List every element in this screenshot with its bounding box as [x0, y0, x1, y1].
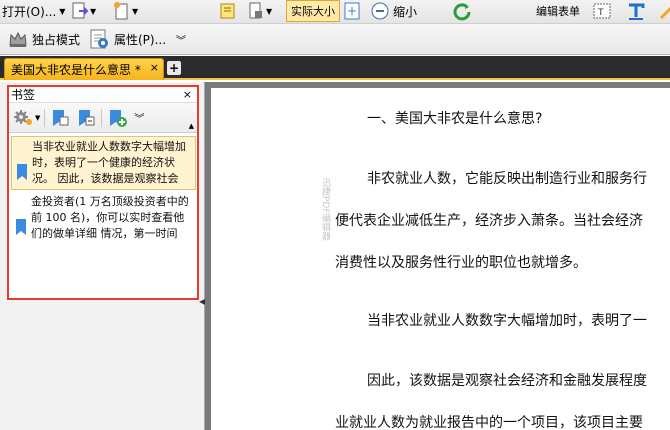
chevron-down-icon[interactable]: ▼ [35, 114, 40, 122]
export-button[interactable]: ▼ [70, 0, 96, 22]
rotate-button[interactable] [452, 0, 472, 22]
doc-line: 便代表企业减低生产，经济步入萧条。当社会经济 [335, 213, 643, 229]
tab-label: 美国大非农是什么意思 * [11, 63, 141, 77]
open-menu[interactable]: 打开(O)... ▼ [2, 0, 65, 22]
double-chevron-down-icon: ︾ [134, 114, 145, 125]
chevron-down-icon: ▼ [266, 6, 273, 16]
stamp-button[interactable]: ▼ [246, 0, 272, 22]
pencil-icon [660, 7, 670, 19]
watermark: 迅捷PDF编辑器 [320, 178, 330, 241]
text-box-icon: T [593, 3, 611, 19]
doc-line: 消费性以及服务性行业的职位也就增多。 [335, 255, 587, 271]
main-toolbar: 打开(O)... ▼ ▼ ▼ ▼ 实际大小 缩小 编辑表单 T [0, 0, 670, 24]
properties-label: 属性(P)... [114, 32, 167, 47]
tab-document[interactable]: 美国大非农是什么意思 * × [4, 58, 164, 80]
actual-size-label: 实际大小 [291, 5, 335, 18]
document-tab-bar: 美国大非农是什么意思 * × + [0, 56, 670, 80]
text-tool-button[interactable] [626, 0, 646, 22]
close-panel-icon[interactable]: × [183, 88, 192, 101]
properties-button[interactable]: 属性(P)... [88, 28, 166, 50]
properties-icon [90, 29, 108, 49]
collapse-bookmark-button[interactable] [75, 107, 97, 129]
bookmark-item[interactable]: 当非农业就业人数数字大幅增加时，表明了一个健康的经济状况。 因此，该数据是观察社… [11, 136, 196, 190]
zoom-out-label: 缩小 [393, 4, 418, 19]
secondary-toolbar: 独占模式 属性(P)... ︾ [0, 24, 670, 55]
bookmark-icon [17, 164, 27, 180]
refresh-icon [453, 3, 471, 21]
toolbar-divider [101, 108, 103, 127]
doc-line: 因此，该数据是观察社会经济和金融发展程度 [367, 373, 647, 389]
double-chevron-down-icon: ︾ [176, 35, 186, 47]
svg-text:T: T [597, 8, 604, 18]
bookmark-options-button[interactable] [13, 107, 35, 129]
bookmark-add-icon [110, 109, 128, 127]
bookmarks-header: 书签 × [7, 86, 198, 103]
exclusive-mode-button[interactable]: 独占模式 [8, 28, 80, 50]
bookmark-item-text: 金投资者(1 万名顶级投资者中的前 100 名)，你可以实时查看他们的做单详细 … [31, 195, 189, 240]
expand-bookmark-button[interactable] [49, 107, 71, 129]
bookmarks-panel: 书签 × ▼ ︾ ▲ 当非农业就业人数数字大幅增加时，表明了一个健康的经济状况。… [7, 86, 198, 300]
bookmark-item[interactable]: 金投资者(1 万名顶级投资者中的前 100 名)，你可以实时查看他们的做单详细 … [11, 192, 196, 244]
fit-page-icon [344, 2, 360, 20]
bookmark-expand-icon [53, 109, 69, 126]
chevron-down-icon: ▼ [59, 6, 66, 16]
zoom-out-button[interactable]: 缩小 [370, 0, 417, 22]
more-tools-button[interactable] [656, 0, 670, 22]
document-view: 一、美国大非农是什么意思? 非农就业人数，它能反映出制造行业和服务行 便代表企业… [205, 82, 670, 430]
bookmark-more-button[interactable]: ︾ [132, 107, 146, 129]
fit-page-button[interactable] [342, 0, 362, 22]
gear-icon [14, 109, 32, 125]
bookmark-icon [16, 219, 26, 235]
bookmarks-toolbar: ▼ ︾ ▲ [7, 103, 198, 133]
new-document-button[interactable]: ▼ [112, 0, 138, 22]
stamp-icon [249, 2, 262, 19]
bookmarks-title: 书签 [11, 87, 36, 102]
edit-form-label: 编辑表单 [536, 5, 580, 18]
toolbar-divider [44, 108, 46, 127]
panel-resize-icon[interactable]: ◀ [199, 297, 205, 307]
crown-icon [9, 31, 27, 47]
bookmark-list: 当非农业就业人数数字大幅增加时，表明了一个健康的经济状况。 因此，该数据是观察社… [7, 133, 198, 244]
toolbar-overflow-button[interactable]: ︾ [176, 28, 186, 50]
edit-form-button[interactable]: 编辑表单 [536, 0, 580, 22]
document-page[interactable]: 一、美国大非农是什么意思? 非农就业人数，它能反映出制造行业和服务行 便代表企业… [211, 88, 670, 430]
doc-line: 当非农业就业人数数字大幅增加时，表明了一 [367, 313, 647, 329]
doc-heading: 一、美国大非农是什么意思? [367, 111, 543, 127]
doc-line: 业就业人数为就业报告中的一个项目，该项目主要 [335, 415, 643, 430]
text-tool-icon [629, 3, 645, 20]
chevron-down-icon: ▼ [132, 6, 139, 16]
note-icon [220, 3, 235, 19]
zoom-out-icon [371, 2, 389, 20]
exclusive-mode-label: 独占模式 [32, 32, 81, 47]
open-menu-label: 打开(O)... [2, 4, 57, 19]
chevron-down-icon: ▼ [90, 6, 97, 16]
close-tab-icon[interactable]: × [150, 61, 159, 74]
text-box-button[interactable]: T [592, 0, 612, 22]
bookmark-collapse-icon [79, 109, 95, 126]
new-document-icon [114, 2, 128, 20]
bookmark-item-text: 当非农业就业人数数字大幅增加时，表明了一个健康的经济状况。 因此，该数据是观察社… [32, 140, 186, 185]
export-icon [72, 2, 89, 19]
panel-collapse-icon[interactable]: ▲ [189, 122, 194, 130]
comment-button[interactable] [218, 0, 238, 22]
doc-line: 非农就业人数，它能反映出制造行业和服务行 [367, 171, 647, 187]
actual-size-button[interactable]: 实际大小 [286, 0, 340, 22]
navigation-panel: 书签 × ▼ ︾ ▲ 当非农业就业人数数字大幅增加时，表明了一个健康的经济状况。… [0, 82, 205, 430]
new-tab-button[interactable]: + [167, 61, 181, 75]
add-bookmark-button[interactable] [106, 107, 128, 129]
